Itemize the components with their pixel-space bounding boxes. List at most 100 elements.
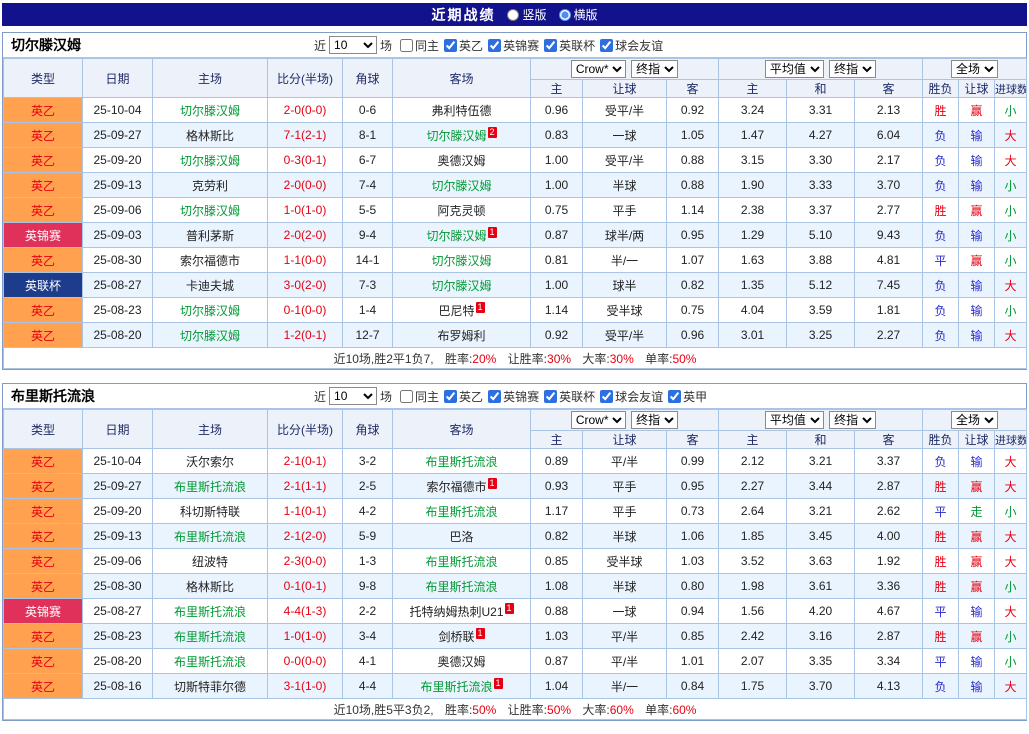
score-cell[interactable]: 2-0(0-0) [268, 173, 343, 198]
score-cell[interactable]: 2-1(1-1) [268, 474, 343, 499]
score-cell[interactable]: 1-0(1-0) [268, 624, 343, 649]
score-cell[interactable]: 0-1(0-0) [268, 298, 343, 323]
home-team-cell[interactable]: 切斯特菲尔德 [153, 674, 268, 699]
home-team-cell[interactable]: 布里斯托流浪 [153, 599, 268, 624]
score-cell[interactable]: 2-0(0-0) [268, 98, 343, 123]
score-cell[interactable]: 0-0(0-0) [268, 649, 343, 674]
league-filter[interactable]: 英联杯 [544, 388, 595, 405]
away-team-cell[interactable]: 阿克灵顿 [393, 198, 531, 223]
home-team-cell[interactable]: 布里斯托流浪 [153, 649, 268, 674]
away-team-cell[interactable]: 托特纳姆热刺U211 [393, 599, 531, 624]
layout-radio-horizontal[interactable]: 横版 [559, 6, 598, 23]
horizontal-radio-input[interactable] [559, 9, 571, 21]
home-team-cell[interactable]: 格林斯比 [153, 574, 268, 599]
league-filter-checkbox[interactable] [400, 390, 413, 403]
away-team-cell[interactable]: 巴尼特1 [393, 298, 531, 323]
away-team-cell[interactable]: 布里斯托流浪1 [393, 674, 531, 699]
bookmaker-select[interactable]: Crow* [571, 411, 626, 429]
home-team-cell[interactable]: 纽波特 [153, 549, 268, 574]
home-team-cell[interactable]: 卡迪夫城 [153, 273, 268, 298]
away-team-cell[interactable]: 弗利特伍德 [393, 98, 531, 123]
average-stage-select[interactable]: 终指 [829, 411, 876, 429]
score-cell[interactable]: 1-2(0-1) [268, 323, 343, 348]
layout-radio-vertical[interactable]: 竖版 [507, 6, 546, 23]
average-stage-select[interactable]: 终指 [829, 60, 876, 78]
league-filter[interactable]: 球会友谊 [600, 388, 663, 405]
league-filter[interactable]: 同主 [400, 388, 439, 405]
away-team-cell[interactable]: 布里斯托流浪 [393, 574, 531, 599]
league-filter-checkbox[interactable] [488, 390, 501, 403]
average-select[interactable]: 平均值 [765, 60, 824, 78]
date-cell: 25-08-27 [83, 599, 153, 624]
score-cell[interactable]: 1-1(0-1) [268, 499, 343, 524]
home-team-cell[interactable]: 布里斯托流浪 [153, 624, 268, 649]
away-team-cell[interactable]: 切尔滕汉姆2 [393, 123, 531, 148]
home-team-cell[interactable]: 布里斯托流浪 [153, 524, 268, 549]
away-team-cell[interactable]: 布里斯托流浪 [393, 499, 531, 524]
score-cell[interactable]: 3-1(1-0) [268, 674, 343, 699]
league-filter-checkbox[interactable] [600, 390, 613, 403]
home-team-cell[interactable]: 切尔滕汉姆 [153, 198, 268, 223]
away-team-cell[interactable]: 布里斯托流浪 [393, 549, 531, 574]
away-team-cell[interactable]: 巴洛 [393, 524, 531, 549]
score-cell[interactable]: 0-1(0-1) [268, 574, 343, 599]
league-filter[interactable]: 英甲 [668, 388, 707, 405]
odds-stage-select[interactable]: 终指 [631, 60, 678, 78]
away-team-cell[interactable]: 奥德汉姆 [393, 148, 531, 173]
league-filter-checkbox[interactable] [488, 39, 501, 52]
score-cell[interactable]: 1-0(1-0) [268, 198, 343, 223]
away-team-cell[interactable]: 切尔滕汉姆1 [393, 223, 531, 248]
away-team-cell[interactable]: 切尔滕汉姆 [393, 173, 531, 198]
league-filter-checkbox[interactable] [444, 390, 457, 403]
home-team-cell[interactable]: 格林斯比 [153, 123, 268, 148]
league-filter[interactable]: 同主 [400, 37, 439, 54]
score-cell[interactable]: 0-3(0-1) [268, 148, 343, 173]
away-team-cell[interactable]: 切尔滕汉姆 [393, 248, 531, 273]
league-filter[interactable]: 球会友谊 [600, 37, 663, 54]
league-filter-checkbox[interactable] [544, 390, 557, 403]
score-cell[interactable]: 7-1(2-1) [268, 123, 343, 148]
score-cell[interactable]: 1-1(0-0) [268, 248, 343, 273]
away-team-cell[interactable]: 奥德汉姆 [393, 649, 531, 674]
league-filter-checkbox[interactable] [400, 39, 413, 52]
away-team-cell[interactable]: 布罗姆利 [393, 323, 531, 348]
away-team-cell[interactable]: 切尔滕汉姆 [393, 273, 531, 298]
home-team-cell[interactable]: 克劳利 [153, 173, 268, 198]
scope-select[interactable]: 全场 [951, 411, 998, 429]
date-cell: 25-08-23 [83, 298, 153, 323]
league-filter[interactable]: 英乙 [444, 388, 483, 405]
home-team-cell[interactable]: 布里斯托流浪 [153, 474, 268, 499]
home-team-cell[interactable]: 普利茅斯 [153, 223, 268, 248]
score-cell[interactable]: 4-4(1-3) [268, 599, 343, 624]
home-team-cell[interactable]: 索尔福德市 [153, 248, 268, 273]
average-select[interactable]: 平均值 [765, 411, 824, 429]
away-team-cell[interactable]: 布里斯托流浪 [393, 449, 531, 474]
home-team-cell[interactable]: 沃尔索尔 [153, 449, 268, 474]
league-filter-checkbox[interactable] [444, 39, 457, 52]
league-filter-checkbox[interactable] [668, 390, 681, 403]
bookmaker-select[interactable]: Crow* [571, 60, 626, 78]
scope-select[interactable]: 全场 [951, 60, 998, 78]
away-team-cell[interactable]: 索尔福德市1 [393, 474, 531, 499]
score-cell[interactable]: 2-1(0-1) [268, 449, 343, 474]
league-filter[interactable]: 英锦赛 [488, 37, 539, 54]
league-filter[interactable]: 英联杯 [544, 37, 595, 54]
score-cell[interactable]: 3-0(2-0) [268, 273, 343, 298]
league-filter-checkbox[interactable] [600, 39, 613, 52]
odds-stage-select[interactable]: 终指 [631, 411, 678, 429]
score-cell[interactable]: 2-1(2-0) [268, 524, 343, 549]
score-cell[interactable]: 2-0(2-0) [268, 223, 343, 248]
home-team-cell[interactable]: 切尔滕汉姆 [153, 98, 268, 123]
league-filter-checkbox[interactable] [544, 39, 557, 52]
match-count-select[interactable]: 10 [329, 387, 377, 405]
home-team-cell[interactable]: 切尔滕汉姆 [153, 323, 268, 348]
score-cell[interactable]: 2-3(0-0) [268, 549, 343, 574]
league-filter[interactable]: 英锦赛 [488, 388, 539, 405]
home-team-cell[interactable]: 科切斯特联 [153, 499, 268, 524]
match-count-select[interactable]: 10 [329, 36, 377, 54]
away-team-cell[interactable]: 剑桥联1 [393, 624, 531, 649]
league-filter[interactable]: 英乙 [444, 37, 483, 54]
vertical-radio-input[interactable] [507, 9, 519, 21]
home-team-cell[interactable]: 切尔滕汉姆 [153, 148, 268, 173]
home-team-cell[interactable]: 切尔滕汉姆 [153, 298, 268, 323]
